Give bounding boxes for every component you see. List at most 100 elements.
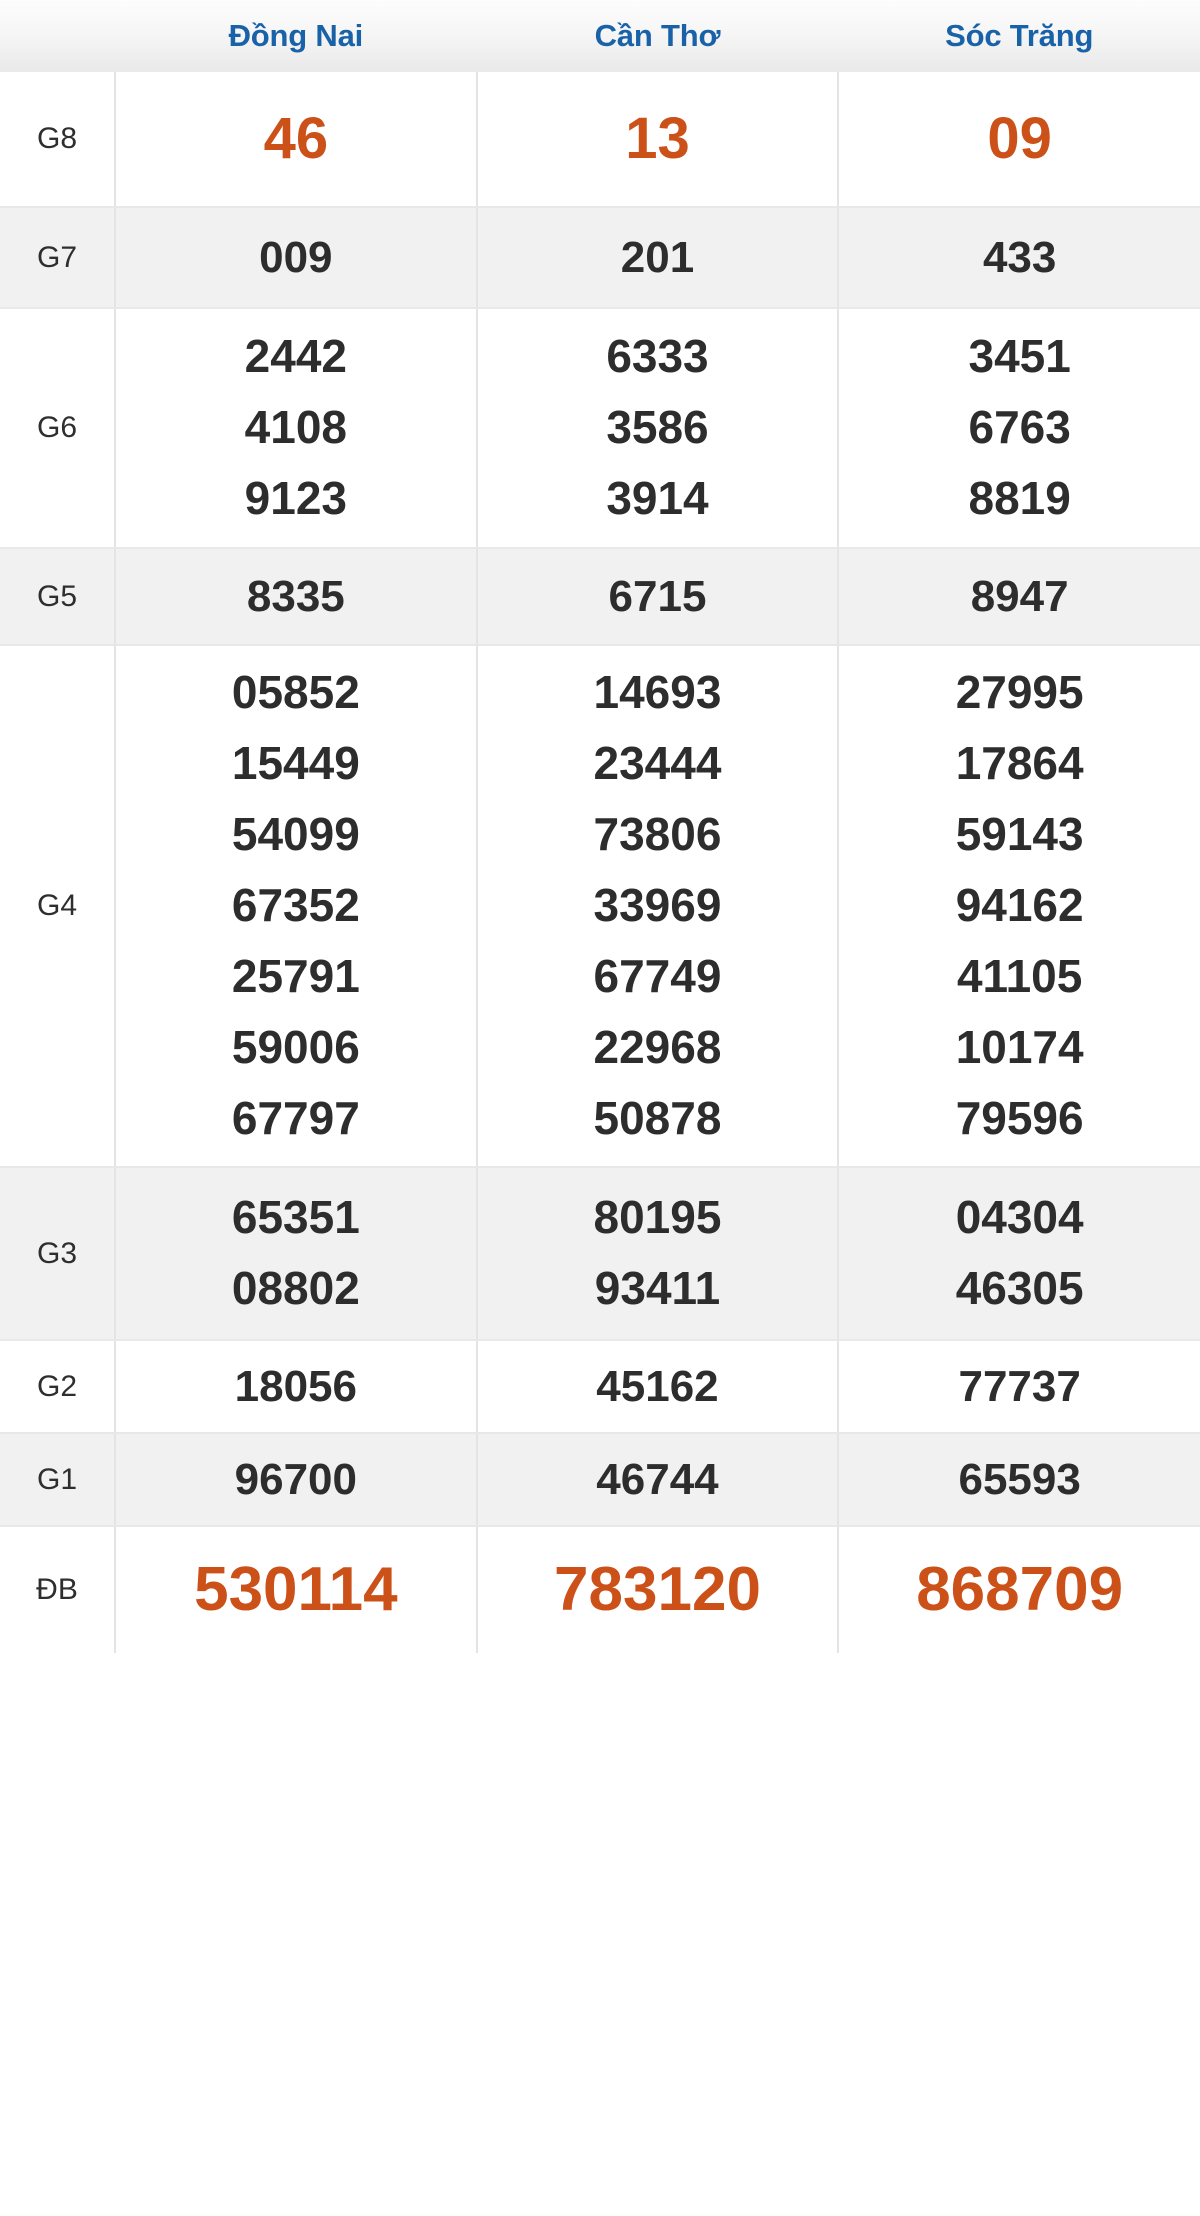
number-stack: 783120 <box>478 1527 838 1653</box>
prize-label: G3 <box>0 1167 115 1341</box>
prize-number: 6715 <box>608 572 707 621</box>
prize-number: 46 <box>263 106 329 171</box>
prize-number: 13 <box>625 106 690 171</box>
prize-number: 14693 <box>593 666 722 718</box>
prize-number: 77737 <box>958 1362 1081 1411</box>
prize-number: 3586 <box>606 401 709 453</box>
table-row: G6 2442 4108 9123 6333 3586 3914 3451 6763 8819 <box>0 308 1200 549</box>
prize-number: 3914 <box>606 472 709 524</box>
prize-cell: 6333 3586 3914 <box>475 308 839 549</box>
prize-number: 94162 <box>955 879 1084 931</box>
prize-number: 3451 <box>968 330 1071 382</box>
number-stack: 6333 3586 3914 <box>478 309 838 547</box>
number-stack: 18056 <box>116 1341 476 1432</box>
prize-number: 17864 <box>955 737 1084 789</box>
number-stack: 05852 15449 54099 67352 25791 59006 67797 <box>116 646 476 1166</box>
prize-number: 59006 <box>231 1021 360 1073</box>
number-stack: 96700 <box>116 1434 476 1525</box>
number-stack: 868709 <box>839 1527 1200 1653</box>
number-stack: 65593 <box>839 1434 1200 1525</box>
number-stack: 80195 93411 <box>478 1168 838 1339</box>
table-row: G8 46 13 09 <box>0 72 1200 208</box>
header-province-dong-nai[interactable]: Đồng Nai <box>115 0 477 72</box>
header-label-column <box>0 0 115 72</box>
prize-cell: 18056 <box>114 1340 477 1434</box>
number-stack: 65351 08802 <box>116 1168 476 1339</box>
number-stack: 530114 <box>116 1527 476 1653</box>
prize-label: G4 <box>0 645 115 1168</box>
prize-label: G5 <box>0 548 115 646</box>
prize-cell: 009 <box>114 207 477 309</box>
prize-label: G2 <box>0 1340 115 1434</box>
prize-number: 6333 <box>606 330 709 382</box>
prize-cell: 8335 <box>114 548 477 646</box>
prize-number: 54099 <box>231 808 360 860</box>
table-header: Đồng Nai Cần Thơ Sóc Trăng <box>0 0 1200 72</box>
prize-cell: 433 <box>837 207 1200 309</box>
prize-cell: 3451 6763 8819 <box>837 308 1200 549</box>
prize-number: 10174 <box>955 1021 1084 1073</box>
prize-number: 65593 <box>958 1455 1081 1504</box>
prize-cell: 77737 <box>837 1340 1200 1434</box>
prize-number: 8335 <box>246 572 345 621</box>
prize-number: 4108 <box>244 401 347 453</box>
prize-cell: 45162 <box>475 1340 839 1434</box>
table-body: G8 46 13 09 G7 009 201 433 G6 2442 4108 9123 6333 358… <box>0 72 1200 1653</box>
number-stack: 45162 <box>478 1341 838 1432</box>
prize-number: 201 <box>620 233 695 282</box>
header-row: Đồng Nai Cần Thơ Sóc Trăng <box>0 0 1200 72</box>
prize-cell: 80195 93411 <box>475 1167 839 1341</box>
prize-number: 868709 <box>916 1555 1124 1624</box>
table-row: G2 18056 45162 77737 <box>0 1340 1200 1434</box>
number-stack: 14693 23444 73806 33969 67749 22968 50878 <box>478 646 838 1166</box>
prize-number: 2442 <box>244 330 347 382</box>
prize-number: 46744 <box>596 1455 719 1504</box>
header-province-can-tho[interactable]: Cần Thơ <box>476 0 839 72</box>
header-province-soc-trang[interactable]: Sóc Trăng <box>838 0 1200 72</box>
prize-cell: 05852 15449 54099 67352 25791 59006 67797 <box>114 645 477 1168</box>
prize-number: 22968 <box>593 1021 722 1073</box>
lottery-results-table: Đồng Nai Cần Thơ Sóc Trăng G8 46 13 09 G7 009… <box>0 0 1200 1653</box>
prize-number: 59143 <box>955 808 1084 860</box>
prize-cell: 65351 08802 <box>114 1167 477 1341</box>
prize-number: 45162 <box>596 1362 719 1411</box>
number-stack: 201 <box>478 208 838 307</box>
number-stack: 04304 46305 <box>839 1168 1200 1339</box>
province-name-label: Sóc Trăng <box>945 18 1094 53</box>
prize-label: G8 <box>0 72 115 208</box>
number-stack: 13 <box>478 72 838 206</box>
prize-number: 67797 <box>231 1092 360 1144</box>
number-stack: 8947 <box>839 549 1200 644</box>
prize-cell: 868709 <box>837 1526 1200 1653</box>
prize-number: 9123 <box>244 472 347 524</box>
prize-number: 530114 <box>194 1555 398 1624</box>
prize-number: 67749 <box>593 950 722 1002</box>
province-name-label: Cần Thơ <box>594 18 721 53</box>
prize-number: 80195 <box>593 1191 722 1243</box>
number-stack: 6715 <box>478 549 838 644</box>
prize-number: 6763 <box>968 401 1071 453</box>
table-row: G3 65351 08802 80195 93411 04304 46305 <box>0 1167 1200 1341</box>
prize-number: 73806 <box>593 808 722 860</box>
prize-number: 15449 <box>231 737 360 789</box>
number-stack: 09 <box>839 72 1200 206</box>
table-row: G5 8335 6715 8947 <box>0 548 1200 646</box>
number-stack: 3451 6763 8819 <box>839 309 1200 547</box>
prize-number: 93411 <box>594 1262 721 1314</box>
prize-label: G1 <box>0 1433 115 1527</box>
number-stack: 27995 17864 59143 94162 41105 10174 79596 <box>839 646 1200 1166</box>
prize-number: 41105 <box>956 950 1083 1002</box>
prize-number: 09 <box>987 106 1052 171</box>
prize-cell: 6715 <box>475 548 839 646</box>
prize-cell: 65593 <box>837 1433 1200 1527</box>
prize-number: 65351 <box>231 1191 360 1243</box>
prize-number: 27995 <box>955 666 1084 718</box>
prize-label: ĐB <box>0 1526 115 1653</box>
prize-label: G7 <box>0 207 115 309</box>
number-stack: 2442 4108 9123 <box>116 309 476 547</box>
prize-cell: 04304 46305 <box>837 1167 1200 1341</box>
number-stack: 46 <box>116 72 476 206</box>
number-stack: 46744 <box>478 1434 838 1525</box>
prize-number: 18056 <box>234 1362 357 1411</box>
prize-number: 23444 <box>593 737 722 789</box>
